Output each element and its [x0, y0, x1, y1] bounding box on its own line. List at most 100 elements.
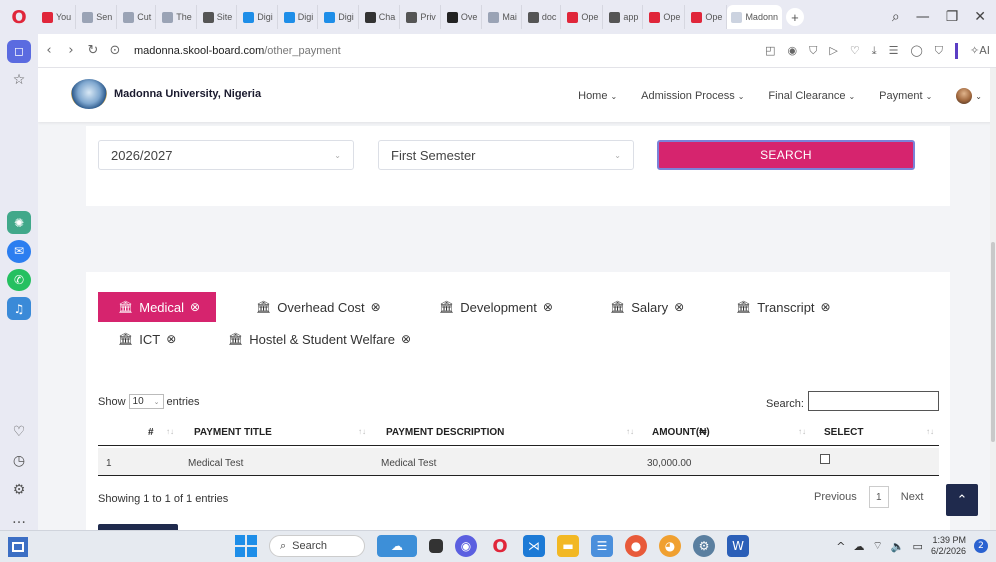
clock[interactable]: 1:39 PM 6/2/2026: [931, 535, 966, 557]
browser-tab[interactable]: Ope: [687, 5, 728, 29]
forward-icon[interactable]: ›: [60, 43, 82, 58]
menu-admission-process[interactable]: Admission Process ⌄: [641, 90, 744, 102]
close-circle-icon[interactable]: ⊗: [543, 300, 553, 314]
sort-icon[interactable]: ↑↓: [926, 427, 934, 436]
opera-logo-icon[interactable]: O: [0, 0, 38, 34]
browser-tab[interactable]: Site: [199, 5, 238, 29]
vpn-icon[interactable]: ⛉: [809, 44, 817, 58]
browser-tab[interactable]: doc: [524, 5, 562, 29]
site-name[interactable]: Madonna University, Nigeria: [114, 88, 261, 100]
battery-icon[interactable]: ▭: [913, 540, 923, 553]
chrome-icon[interactable]: ◕: [659, 535, 681, 557]
wifi-icon[interactable]: ⌔: [873, 539, 883, 553]
extensions-icon[interactable]: ⛉: [935, 44, 943, 58]
easy-setup-icon[interactable]: ☰: [889, 44, 899, 57]
start-button[interactable]: [235, 535, 257, 557]
browser-tab[interactable]: Digi: [239, 5, 278, 29]
sort-icon[interactable]: ↑↓: [166, 427, 174, 436]
scrollbar-thumb[interactable]: [991, 242, 995, 442]
col-num[interactable]: #: [148, 427, 154, 438]
taskbar-search[interactable]: ⌕ Search: [269, 535, 365, 557]
browser-tab[interactable]: app: [605, 5, 644, 29]
browser-tab[interactable]: The: [158, 5, 197, 29]
chevron-up-icon[interactable]: ^: [836, 540, 845, 553]
tab-development[interactable]: 🏛 Development ⊗: [439, 292, 553, 322]
tab-salary[interactable]: 🏛 Salary ⊗: [610, 292, 684, 322]
sort-icon[interactable]: ↑↓: [798, 427, 806, 436]
snapshot-icon[interactable]: ◰: [765, 44, 775, 57]
favorites-icon[interactable]: ♡: [7, 421, 31, 444]
word-icon[interactable]: W: [727, 535, 749, 557]
send-icon[interactable]: ▷: [829, 44, 837, 57]
reload-icon[interactable]: ↻: [82, 43, 104, 58]
chatgpt-icon[interactable]: ✺: [7, 211, 31, 234]
file-explorer-icon[interactable]: ▬: [557, 535, 579, 557]
search-button[interactable]: SEARCH: [657, 140, 915, 170]
chat-icon[interactable]: ◉: [455, 535, 477, 557]
download-icon[interactable]: ⤓: [872, 44, 877, 58]
col-payment-description[interactable]: PAYMENT DESCRIPTION: [386, 427, 504, 438]
close-circle-icon[interactable]: ⊗: [371, 300, 381, 314]
close-circle-icon[interactable]: ⊗: [166, 332, 176, 346]
col-select[interactable]: SELECT: [824, 427, 863, 438]
settings-icon[interactable]: ⚙: [693, 535, 715, 557]
heart-icon[interactable]: ♡: [850, 44, 860, 57]
menu-payment[interactable]: Payment ⌄: [879, 90, 932, 102]
new-tab-button[interactable]: +: [785, 8, 804, 26]
user-menu[interactable]: ⌄: [956, 88, 982, 104]
network-icon[interactable]: ☁: [854, 540, 865, 553]
col-payment-title[interactable]: PAYMENT TITLE: [194, 427, 272, 438]
sort-icon[interactable]: ↑↓: [358, 427, 366, 436]
tab-search-icon[interactable]: ⌕: [892, 9, 900, 25]
browser-tab[interactable]: Ove: [443, 5, 483, 29]
close-circle-icon[interactable]: ⊗: [190, 300, 200, 314]
browser-tab[interactable]: Sen: [78, 5, 118, 29]
browser-tab[interactable]: Mai: [484, 5, 522, 29]
whatsapp-icon[interactable]: ✆: [7, 268, 31, 292]
previous-button[interactable]: Previous: [814, 491, 857, 503]
opera-taskbar-icon[interactable]: O: [489, 535, 511, 557]
next-button[interactable]: Next: [901, 491, 924, 503]
menu-home[interactable]: Home ⌄: [578, 90, 617, 102]
university-logo[interactable]: [71, 79, 107, 109]
menu-final-clearance[interactable]: Final Clearance ⌄: [768, 90, 855, 102]
close-icon[interactable]: ✕: [974, 9, 986, 25]
music-player-icon[interactable]: ♫: [7, 297, 31, 321]
col-amount[interactable]: AMOUNT(₦): [652, 427, 710, 438]
scroll-to-top-button[interactable]: ⌃: [946, 484, 978, 516]
history-icon[interactable]: ◷: [7, 450, 31, 473]
browser-tab[interactable]: Ope: [645, 5, 686, 29]
close-circle-icon[interactable]: ⊗: [674, 300, 684, 314]
back-icon[interactable]: ‹: [38, 43, 60, 58]
notification-badge[interactable]: 2: [974, 539, 988, 553]
workspace-icon[interactable]: ◻: [7, 40, 31, 63]
entries-select[interactable]: 10 ⌄: [128, 394, 164, 409]
browser-tab[interactable]: Ope: [563, 5, 604, 29]
browser-tab[interactable]: Cha: [361, 5, 401, 29]
close-circle-icon[interactable]: ⊗: [821, 300, 831, 314]
settings-gear-icon[interactable]: ⚙: [7, 479, 31, 502]
weather-icon[interactable]: ☁: [377, 535, 417, 557]
select-checkbox[interactable]: [820, 454, 830, 464]
active-tab[interactable]: Madonn: [727, 5, 782, 29]
session-select[interactable]: 2026/2027 ⌄: [98, 140, 354, 170]
widgets-icon[interactable]: [8, 537, 28, 557]
browser-tab[interactable]: Cut: [119, 5, 157, 29]
tab-medical[interactable]: 🏛 Medical ⊗: [98, 292, 217, 322]
semester-select[interactable]: First Semester ⌄: [378, 140, 634, 170]
url-field[interactable]: madonna.skool-board.com/other_payment: [134, 45, 341, 57]
sort-icon[interactable]: ↑↓: [626, 427, 634, 436]
profile-icon[interactable]: ◯: [910, 44, 922, 57]
restore-icon[interactable]: ❐: [946, 9, 959, 25]
scrollbar[interactable]: [990, 68, 996, 530]
minimize-icon[interactable]: —: [916, 9, 930, 25]
ai-button[interactable]: ✧AI: [970, 44, 990, 57]
browser-tab[interactable]: Digi: [280, 5, 319, 29]
vscode-icon[interactable]: ⋊: [523, 535, 545, 557]
task-view-icon[interactable]: [429, 539, 443, 553]
close-circle-icon[interactable]: ⊗: [401, 332, 411, 346]
volume-icon[interactable]: 🔈: [891, 540, 905, 553]
app-icon[interactable]: ●: [625, 535, 647, 557]
camera-icon[interactable]: ◉: [787, 44, 797, 57]
page-1-button[interactable]: 1: [868, 486, 889, 508]
